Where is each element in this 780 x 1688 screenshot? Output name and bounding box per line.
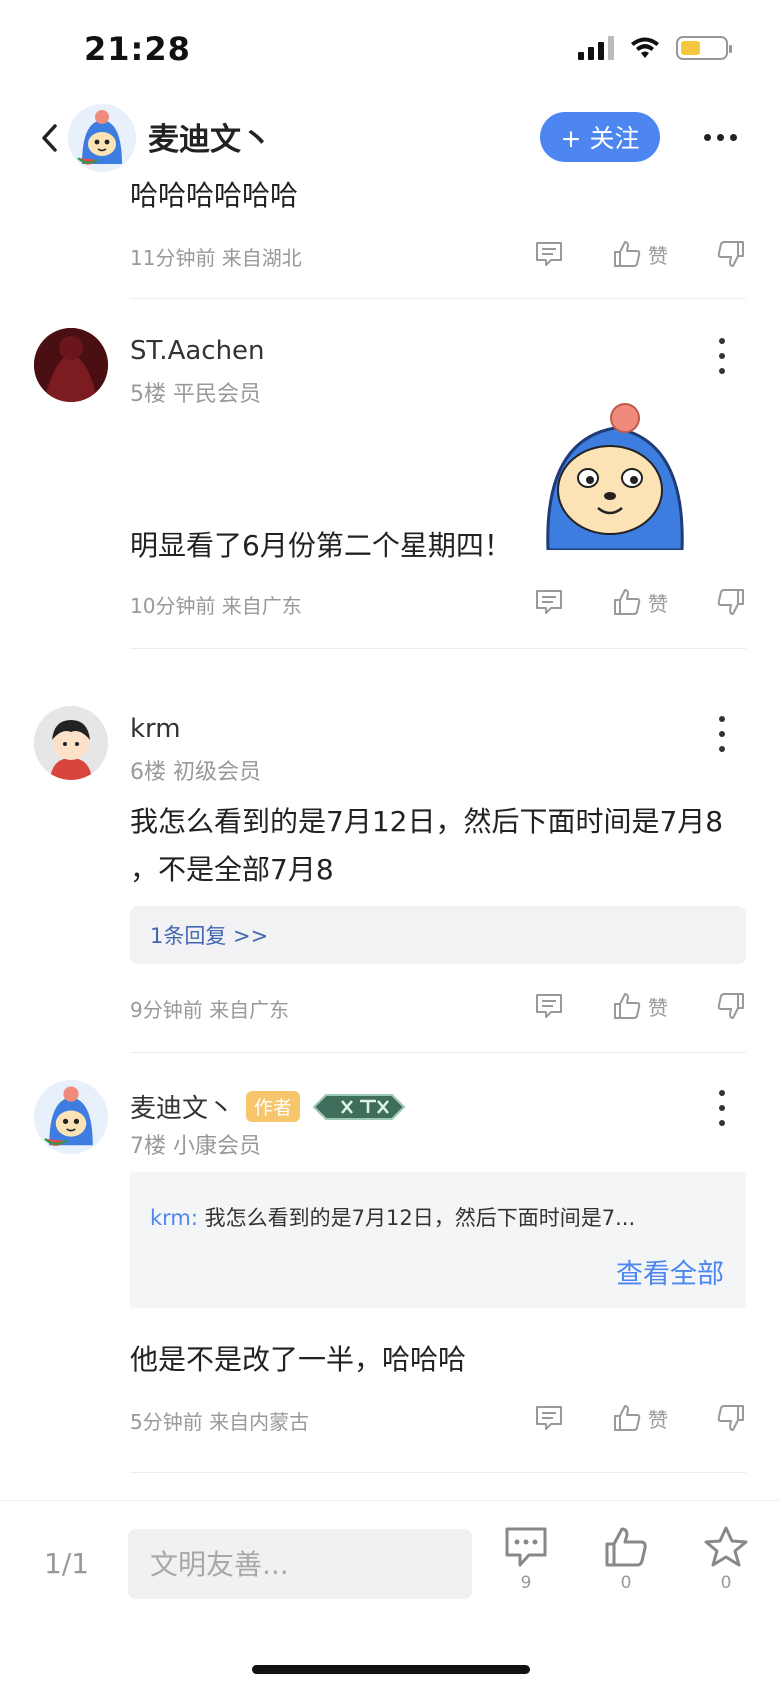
- wifi-icon: [631, 37, 659, 58]
- like-button[interactable]: 赞: [612, 991, 668, 1021]
- username-text: 麦迪文丶: [130, 1094, 235, 1124]
- reply-button[interactable]: [534, 1403, 564, 1433]
- comment-actions: 赞: [534, 988, 746, 1024]
- comment-more-button[interactable]: [712, 716, 732, 752]
- thumbs-down-icon: [717, 589, 744, 615]
- like-post-button[interactable]: 0: [596, 1525, 656, 1593]
- author-name[interactable]: 麦迪文丶: [148, 114, 272, 159]
- mascot-avatar-image: [34, 1080, 108, 1154]
- comments-button[interactable]: 9: [496, 1525, 556, 1593]
- follow-button[interactable]: + 关注: [540, 112, 660, 162]
- bottom-action-bar: 1/1 9 0 0: [0, 1500, 780, 1688]
- author-badge: 作者: [246, 1091, 301, 1122]
- user-avatar[interactable]: [34, 328, 108, 402]
- floor-info: 6楼 初级会员: [130, 760, 261, 785]
- star-icon: [704, 1526, 748, 1567]
- mascot-avatar-image: [68, 104, 136, 172]
- comment-divider: [130, 1472, 746, 1473]
- avatar-image: [34, 328, 108, 402]
- view-replies-link[interactable]: 1条回复 >>: [130, 906, 746, 964]
- like-button[interactable]: 赞: [612, 239, 668, 269]
- author-avatar[interactable]: [68, 104, 136, 172]
- quoted-comment[interactable]: krm: 我怎么看到的是7月12日，然后下面时间是7... 查看全部: [130, 1172, 746, 1308]
- thumbs-down-icon: [717, 241, 744, 267]
- quote-text: 我怎么看到的是7月12日，然后下面时间是7...: [204, 1206, 636, 1230]
- quote-line: krm: 我怎么看到的是7月12日，然后下面时间是7...: [150, 1202, 635, 1232]
- comment-more-button[interactable]: [712, 1090, 732, 1126]
- status-time: 21:28: [84, 30, 191, 68]
- comment-actions: 赞: [534, 236, 746, 272]
- reply-button[interactable]: [534, 991, 564, 1021]
- thumbs-down-icon: [717, 1405, 744, 1431]
- page-indicator[interactable]: 1/1: [44, 1547, 89, 1580]
- comment-divider: [130, 1052, 746, 1053]
- reply-button[interactable]: [534, 587, 564, 617]
- more-horizontal-icon: [703, 133, 737, 141]
- comment-meta: 9分钟前 来自广东: [130, 998, 290, 1022]
- dislike-button[interactable]: [716, 239, 746, 269]
- battery-icon: [676, 36, 732, 60]
- comment-icon: [536, 994, 562, 1018]
- like-label: 赞: [648, 1407, 668, 1432]
- dislike-button[interactable]: [716, 1403, 746, 1433]
- like-button[interactable]: 赞: [612, 1403, 668, 1433]
- user-avatar[interactable]: [34, 706, 108, 780]
- comment-icon: [536, 590, 562, 614]
- comment-more-button[interactable]: [712, 338, 732, 374]
- more-options-button[interactable]: [700, 122, 740, 152]
- comment-count: 9: [520, 1573, 532, 1593]
- level-badge-icon: [312, 1093, 406, 1120]
- thumbs-up-icon: [614, 1405, 641, 1431]
- comment-meta: 11分钟前 来自湖北: [130, 246, 302, 270]
- thumbs-up-icon: [614, 241, 641, 267]
- home-indicator: [252, 1665, 530, 1674]
- comment-icon: [536, 1406, 562, 1430]
- user-avatar[interactable]: [34, 1080, 108, 1154]
- comment-username[interactable]: ST.Aachen: [130, 336, 265, 366]
- comment-text: 明显看了6月份第二个星期四！: [130, 529, 512, 562]
- like-label: 赞: [648, 591, 668, 616]
- quote-user: krm:: [150, 1206, 198, 1230]
- comment-text: 我怎么看到的是7月12日，然后下面时间是7月8 ，不是全部7月8: [130, 805, 724, 886]
- favorite-button[interactable]: 0: [696, 1525, 756, 1593]
- username-text: ST.Aachen: [130, 336, 265, 366]
- thumbs-up-icon: [614, 993, 641, 1019]
- like-count: 0: [620, 1573, 632, 1593]
- comment-bubble-icon: [505, 1527, 547, 1567]
- comment-meta: 5分钟前 来自内蒙古: [130, 1410, 310, 1434]
- comment-divider: [130, 648, 746, 649]
- thumbs-down-icon: [717, 993, 744, 1019]
- comment-text: 哈哈哈哈哈哈: [130, 179, 299, 212]
- comment-icon: [536, 242, 562, 266]
- comment-username[interactable]: krm: [130, 714, 181, 744]
- comment-divider: [130, 298, 746, 299]
- post-header: 麦迪文丶 + 关注: [0, 100, 780, 178]
- like-label: 赞: [648, 995, 668, 1020]
- view-all-link[interactable]: 查看全部: [616, 1252, 724, 1291]
- comment-username[interactable]: 麦迪文丶 作者: [130, 1088, 406, 1125]
- status-icons: [578, 36, 732, 60]
- comment-meta: 10分钟前 来自广东: [130, 594, 302, 618]
- cellular-signal-icon: [578, 36, 614, 60]
- avatar-image: [34, 706, 108, 780]
- floor-info: 5楼 平民会员: [130, 382, 261, 407]
- thumbs-up-icon: [605, 1527, 647, 1567]
- chevron-left-icon: [42, 124, 57, 152]
- floor-info: 7楼 小康会员: [130, 1134, 261, 1159]
- reply-button[interactable]: [534, 239, 564, 269]
- status-bar: 21:28: [0, 0, 780, 96]
- username-text: krm: [130, 714, 181, 744]
- comment-input[interactable]: [128, 1529, 472, 1599]
- dislike-button[interactable]: [716, 587, 746, 617]
- like-label: 赞: [648, 243, 668, 268]
- thumbs-up-icon: [614, 589, 641, 615]
- comment-actions: 赞: [534, 1400, 746, 1436]
- comment-list[interactable]: 哈哈哈哈哈哈 11分钟前 来自湖北 赞 ST.Aachen 5楼 平民会员 明显…: [0, 170, 780, 1500]
- like-button[interactable]: 赞: [612, 587, 668, 617]
- comment-text: 他是不是改了一半，哈哈哈: [130, 1343, 467, 1376]
- back-button[interactable]: [34, 118, 64, 158]
- comment-actions: 赞: [534, 584, 746, 620]
- star-count: 0: [720, 1573, 732, 1593]
- dislike-button[interactable]: [716, 991, 746, 1021]
